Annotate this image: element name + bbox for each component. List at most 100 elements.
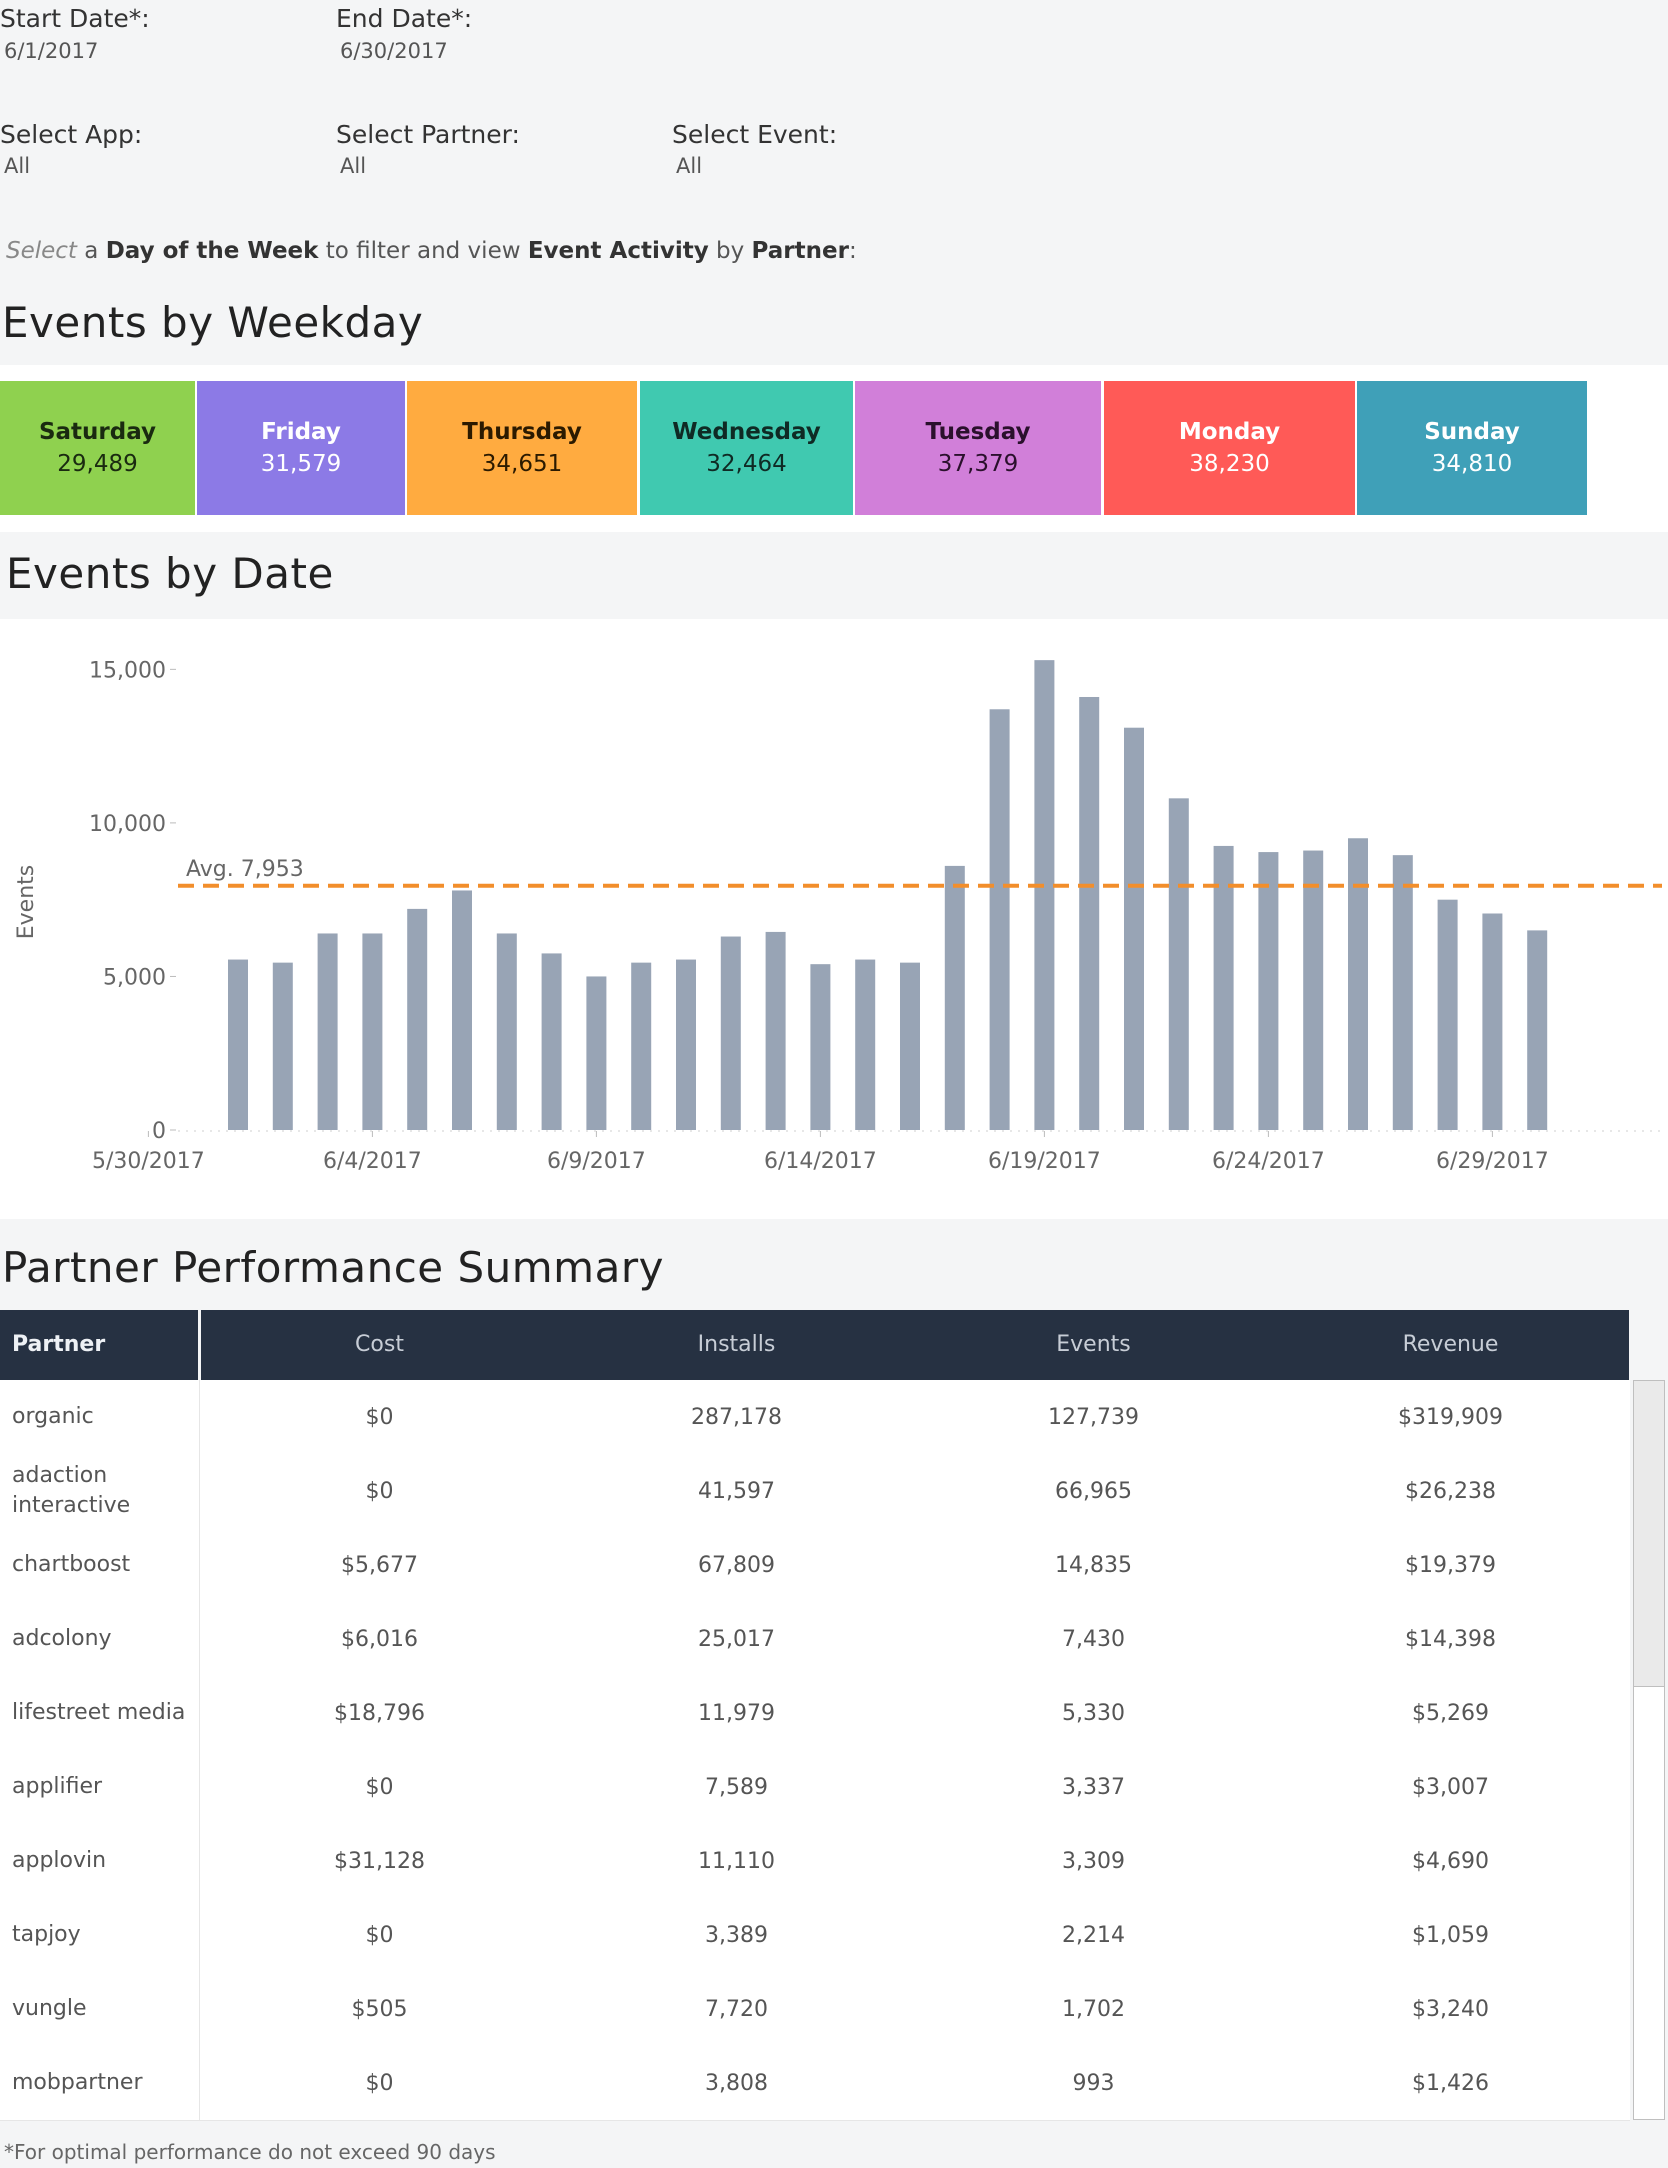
instruction-text: Select a Day of the Week to filter and v… xyxy=(6,238,857,264)
partner-cell: adcolony xyxy=(12,1626,112,1651)
weekday-value: 32,464 xyxy=(706,451,787,477)
header-cost[interactable]: Cost xyxy=(201,1310,558,1380)
weekday-tile-tuesday[interactable]: Tuesday 37,379 xyxy=(855,381,1101,515)
select-partner-dropdown[interactable]: All xyxy=(340,154,366,178)
revenue-cell: $19,379 xyxy=(1405,1552,1496,1578)
cost-cell: $0 xyxy=(365,1922,394,1948)
table-header-partner-cell[interactable]: Partner xyxy=(0,1310,198,1380)
events-cell: 5,330 xyxy=(1062,1700,1125,1726)
table-scrollbar-thumb[interactable] xyxy=(1634,1381,1664,1687)
cost-cell: $0 xyxy=(365,1404,394,1430)
cost-cell: $0 xyxy=(365,1478,394,1504)
revenue-cell: $1,059 xyxy=(1412,1922,1489,1948)
y-tick-label: 10,000 xyxy=(89,812,166,837)
table-row[interactable]: mobpartner $0 3,808 993 $1,426 xyxy=(0,2046,1630,2121)
table-header-metrics: Cost Installs Events Revenue xyxy=(201,1310,1629,1380)
table-row[interactable]: adcolony $6,016 25,017 7,430 $14,398 xyxy=(0,1602,1630,1677)
select-event-dropdown[interactable]: All xyxy=(676,154,702,178)
events-by-date-chart: 0 5,000 10,000 15,000 Events 5/30/2017 6/4/201… xyxy=(0,619,1668,1219)
table-row[interactable]: applifier $0 7,589 3,337 $3,007 xyxy=(0,1750,1630,1825)
x-tick-label: 6/19/2017 xyxy=(988,1149,1101,1174)
revenue-cell: $3,240 xyxy=(1412,1996,1489,2022)
y-axis-title: Events xyxy=(14,865,39,940)
chart-bar xyxy=(1482,913,1503,1130)
chart-bar xyxy=(272,962,293,1130)
header-installs[interactable]: Installs xyxy=(558,1310,915,1380)
select-app-dropdown[interactable]: All xyxy=(4,154,30,178)
revenue-cell: $1,426 xyxy=(1412,2070,1489,2096)
weekday-value: 38,230 xyxy=(1189,451,1270,477)
chart-bar xyxy=(362,933,383,1130)
revenue-cell: $26,238 xyxy=(1405,1478,1496,1504)
footnote: *For optimal performance do not exceed 9… xyxy=(4,2140,496,2164)
table-row[interactable]: tapjoy $0 3,389 2,214 $1,059 xyxy=(0,1898,1630,1973)
x-tick-label: 6/24/2017 xyxy=(1212,1149,1325,1174)
chart-bar xyxy=(855,959,876,1130)
header-events[interactable]: Events xyxy=(915,1310,1272,1380)
column-divider xyxy=(199,1380,200,1454)
cost-cell: $505 xyxy=(351,1996,408,2022)
y-tick-label: 15,000 xyxy=(89,658,166,683)
installs-cell: 287,178 xyxy=(691,1404,782,1430)
header-revenue[interactable]: Revenue xyxy=(1272,1310,1629,1380)
chart-bar xyxy=(407,908,428,1130)
y-tick-label: 5,000 xyxy=(103,965,166,990)
instruction-word: Select xyxy=(6,238,77,264)
weekday-tile-wednesday[interactable]: Wednesday 32,464 xyxy=(640,381,853,515)
weekday-tile-thursday[interactable]: Thursday 34,651 xyxy=(407,381,637,515)
end-date-label: End Date*: xyxy=(336,4,473,33)
x-tick-label: 6/9/2017 xyxy=(547,1149,646,1174)
events-cell: 3,309 xyxy=(1062,1848,1125,1874)
partner-cell: chartboost xyxy=(12,1552,131,1577)
instruction-word: a xyxy=(84,238,99,264)
chart-bar xyxy=(452,890,472,1130)
partner-cell: vungle xyxy=(12,1996,87,2021)
installs-cell: 25,017 xyxy=(698,1626,775,1652)
partner-cell: lifestreet media xyxy=(12,1700,186,1725)
table-row[interactable]: vungle $505 7,720 1,702 $3,240 xyxy=(0,1972,1630,2047)
cost-cell: $6,016 xyxy=(341,1626,418,1652)
y-tick-label: 0 xyxy=(152,1119,166,1144)
start-date-label: Start Date*: xyxy=(0,4,150,33)
weekday-name: Friday xyxy=(261,419,341,445)
chart-bar xyxy=(676,959,696,1130)
column-divider xyxy=(199,1528,200,1602)
instruction-word: to filter and view xyxy=(325,238,521,264)
table-row[interactable]: adaction interactive $0 41,597 66,965 $26,23… xyxy=(0,1454,1630,1529)
weekday-value: 34,810 xyxy=(1431,451,1513,477)
table-row[interactable]: chartboost $5,677 67,809 14,835 $19,379 xyxy=(0,1528,1630,1603)
chart-bar xyxy=(631,962,652,1130)
weekday-tile-saturday[interactable]: Saturday 29,489 xyxy=(0,381,195,515)
instruction-emphasis: Event Activity xyxy=(527,238,709,264)
column-divider xyxy=(199,1602,200,1676)
column-divider xyxy=(199,1898,200,1972)
events-cell: 66,965 xyxy=(1055,1478,1132,1504)
table-scrollbar-track[interactable] xyxy=(1633,1380,1665,2120)
weekday-name: Saturday xyxy=(38,419,157,445)
chart-bar xyxy=(541,953,562,1130)
table-row[interactable]: organic $0 287,178 127,739 $319,909 xyxy=(0,1380,1630,1455)
chart-bar xyxy=(1437,899,1458,1130)
installs-cell: 7,589 xyxy=(705,1774,768,1800)
weekday-name: Thursday xyxy=(462,419,582,445)
table-row[interactable]: applovin $31,128 11,110 3,309 $4,690 xyxy=(0,1824,1630,1899)
start-date-field[interactable]: 6/1/2017 xyxy=(4,39,98,63)
chart-bar xyxy=(1392,855,1413,1130)
weekday-tile-sunday[interactable]: Sunday 34,810 xyxy=(1357,381,1587,515)
weekday-value: 29,489 xyxy=(57,451,138,477)
partner-cell: adaction interactive xyxy=(12,1463,131,1518)
chart-bar xyxy=(765,931,786,1130)
weekday-name: Monday xyxy=(1178,419,1281,445)
header-partner[interactable]: Partner xyxy=(12,1310,105,1380)
chart-bar xyxy=(1079,696,1100,1130)
weekday-tile-monday[interactable]: Monday 38,230 xyxy=(1104,381,1355,515)
revenue-cell: $319,909 xyxy=(1398,1404,1503,1430)
weekday-tile-friday[interactable]: Friday 31,579 xyxy=(197,381,405,515)
table-row[interactable]: lifestreet media $18,796 11,979 5,330 $5,269 xyxy=(0,1676,1630,1751)
column-divider xyxy=(199,1972,200,2046)
events-cell: 2,214 xyxy=(1062,1922,1125,1948)
end-date-field[interactable]: 6/30/2017 xyxy=(340,39,448,63)
chart-bar xyxy=(944,865,965,1130)
date-section-title: Events by Date xyxy=(6,549,334,598)
cost-cell: $18,796 xyxy=(334,1700,425,1726)
